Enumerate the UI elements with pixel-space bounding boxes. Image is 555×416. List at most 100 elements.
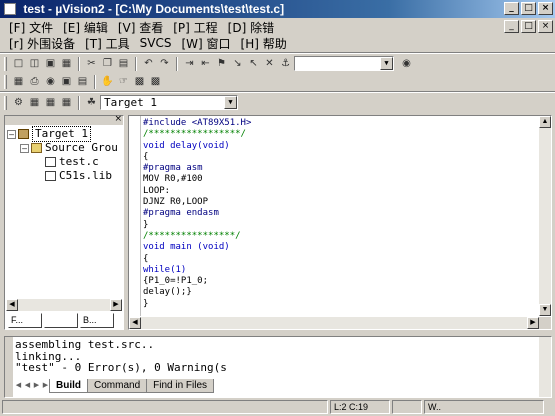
vertical-scrollbar[interactable]: ▲ ▼ — [539, 116, 551, 316]
menu-debug[interactable]: [D] 除错 — [223, 19, 279, 36]
chevron-down-icon[interactable]: ▼ — [224, 96, 237, 109]
hand-pointer-icon[interactable]: ☞ — [116, 74, 131, 89]
horizontal-scrollbar[interactable]: ◀ ▶ — [6, 299, 122, 311]
doc-close-button[interactable]: × — [538, 20, 553, 33]
scroll-right-icon[interactable]: ▶ — [527, 317, 539, 329]
redo-icon[interactable]: ↷ — [157, 56, 172, 71]
scroll-left-icon[interactable]: ◀ — [129, 317, 141, 329]
scroll-right-icon[interactable]: ▶ — [110, 299, 122, 311]
menu-view[interactable]: [V] 查看 — [113, 19, 168, 36]
tree-item-file[interactable]: test.c — [7, 155, 118, 169]
tab-build[interactable]: Build — [49, 378, 88, 393]
menu-project[interactable]: [P] 工程 — [168, 19, 222, 36]
tree-item-source-group[interactable]: – Source Grou — [7, 141, 118, 155]
doc-restore-button[interactable]: □ — [521, 20, 536, 33]
menu-file[interactable]: [F] 文件 — [4, 19, 58, 36]
find-combo[interactable]: ▼ — [294, 56, 394, 71]
editor-gutter — [129, 116, 141, 316]
tree-item-file[interactable]: C51s.lib — [7, 169, 118, 183]
code-line: void delay(void) — [143, 140, 230, 151]
editor-horizontal-scrollbar[interactable]: ◀ ▶ — [129, 317, 539, 329]
indent-icon[interactable]: ⇥ — [182, 56, 197, 71]
tree-item-target[interactable]: – Target 1 — [7, 126, 118, 142]
toolbar-grip — [4, 56, 7, 71]
menu-tools[interactable]: [T] 工具 — [80, 35, 135, 52]
chevron-down-icon[interactable]: ▼ — [380, 57, 393, 70]
next-tab-icon[interactable]: ▶ — [32, 380, 41, 391]
tab-books[interactable]: B... — [80, 313, 114, 328]
status-position: L:2 C:19 — [330, 400, 390, 414]
next-bookmark-icon[interactable]: ↘ — [230, 56, 245, 71]
find-in-files-icon[interactable]: ⚓ — [278, 56, 293, 71]
output-window-icon[interactable]: ▤ — [75, 74, 90, 89]
tab-find-in-files[interactable]: Find in Files — [146, 378, 215, 393]
tab-regs[interactable] — [44, 313, 78, 328]
code-line: } — [143, 219, 149, 230]
tab-files[interactable]: F... — [8, 313, 42, 328]
target-options-icon[interactable]: ☘ — [84, 95, 99, 110]
save-all-icon[interactable]: ▦ — [59, 56, 74, 71]
collapse-icon[interactable]: – — [20, 143, 29, 153]
close-icon[interactable]: × — [114, 114, 122, 124]
code-line: {P1_0=!P1_0; — [143, 276, 209, 287]
translate-icon[interactable]: ⚙ — [11, 95, 26, 110]
scroll-down-icon[interactable]: ▼ — [539, 304, 551, 316]
menu-help[interactable]: [H] 帮助 — [236, 35, 292, 52]
target-select[interactable]: Target 1 ▼ — [100, 95, 238, 110]
menu-svcs[interactable]: SVCS — [135, 36, 177, 50]
output-line: assembling test.src.. — [15, 338, 155, 351]
code-line: #include <AT89X51.H> — [143, 118, 252, 128]
cut-icon[interactable]: ✂ — [84, 56, 99, 71]
maximize-button[interactable]: □ — [521, 2, 536, 15]
clear-bookmarks-icon[interactable]: ✕ — [262, 56, 277, 71]
code-line: while(1) — [143, 264, 187, 275]
menu-edit[interactable]: [E] 编辑 — [58, 19, 113, 36]
menu-bar: [F] 文件 [E] 编辑 [V] 查看 [P] 工程 [D] 除错 [r] 外… — [0, 18, 555, 52]
stop-build-icon[interactable]: ▦ — [59, 95, 74, 110]
debug-icon[interactable]: ◉ — [43, 74, 58, 89]
unindent-icon[interactable]: ⇤ — [198, 56, 213, 71]
memory-icon[interactable]: ▩ — [148, 74, 163, 89]
file-toolbar: □ ◫ ▣ ▦ ✂ ❐ ▤ ↶ ↷ ⇥ ⇤ ⚑ ↘ ↖ ✕ ⚓ ▼ ◉ — [0, 55, 555, 72]
window-title: test - µVision2 - [C:\My Documents\test\… — [23, 2, 285, 16]
copy-icon[interactable]: ❐ — [100, 56, 115, 71]
close-button[interactable]: × — [538, 2, 553, 15]
project-tabs: F... B... — [4, 313, 124, 330]
toolbar-grip — [4, 95, 7, 110]
scroll-up-icon[interactable]: ▲ — [539, 116, 551, 128]
undo-icon[interactable]: ↶ — [141, 56, 156, 71]
minimize-button[interactable]: _ — [504, 2, 519, 15]
bookmark-icon[interactable]: ⚑ — [214, 56, 229, 71]
compile-icon[interactable]: ▦ — [11, 74, 26, 89]
doc-minimize-button[interactable]: _ — [504, 20, 519, 33]
collapse-icon[interactable]: – — [7, 129, 16, 139]
output-grip — [5, 337, 13, 397]
menu-window[interactable]: [W] 窗口 — [176, 35, 235, 52]
code-line: void main (void) — [143, 242, 230, 253]
open-folder-icon[interactable]: ◫ — [27, 56, 42, 71]
prev-tab-icon[interactable]: ◀ — [23, 380, 32, 391]
project-window-icon[interactable]: ▣ — [59, 74, 74, 89]
code-line: { — [143, 151, 149, 162]
print-icon[interactable]: ⎙ — [27, 74, 42, 89]
first-tab-icon[interactable]: ◀ — [14, 380, 23, 391]
build-target-icon[interactable]: ▦ — [27, 95, 42, 110]
new-file-icon[interactable]: □ — [11, 56, 26, 71]
tab-command[interactable]: Command — [87, 378, 148, 393]
output-tabs: ◀ ◀ ▶ ▶ Build Command Find in Files — [14, 378, 215, 393]
code-text[interactable]: #include <AT89X51.H>/*****************/v… — [143, 118, 251, 310]
options-icon[interactable]: ▩ — [132, 74, 147, 89]
code-line: #pragma asm — [143, 163, 203, 174]
output-scrollbar[interactable] — [539, 337, 551, 397]
menu-peripherals[interactable]: [r] 外围设备 — [4, 35, 80, 52]
code-editor[interactable]: #include <AT89X51.H>/*****************/v… — [128, 115, 552, 330]
status-message — [2, 400, 328, 414]
hand-icon[interactable]: ✋ — [100, 74, 115, 89]
scroll-left-icon[interactable]: ◀ — [6, 299, 18, 311]
paste-icon[interactable]: ▤ — [116, 56, 131, 71]
prev-bookmark-icon[interactable]: ↖ — [246, 56, 261, 71]
rebuild-all-icon[interactable]: ▦ — [43, 95, 58, 110]
code-line: delay();} — [143, 287, 192, 298]
binoculars-icon[interactable]: ◉ — [399, 56, 414, 71]
save-icon[interactable]: ▣ — [43, 56, 58, 71]
